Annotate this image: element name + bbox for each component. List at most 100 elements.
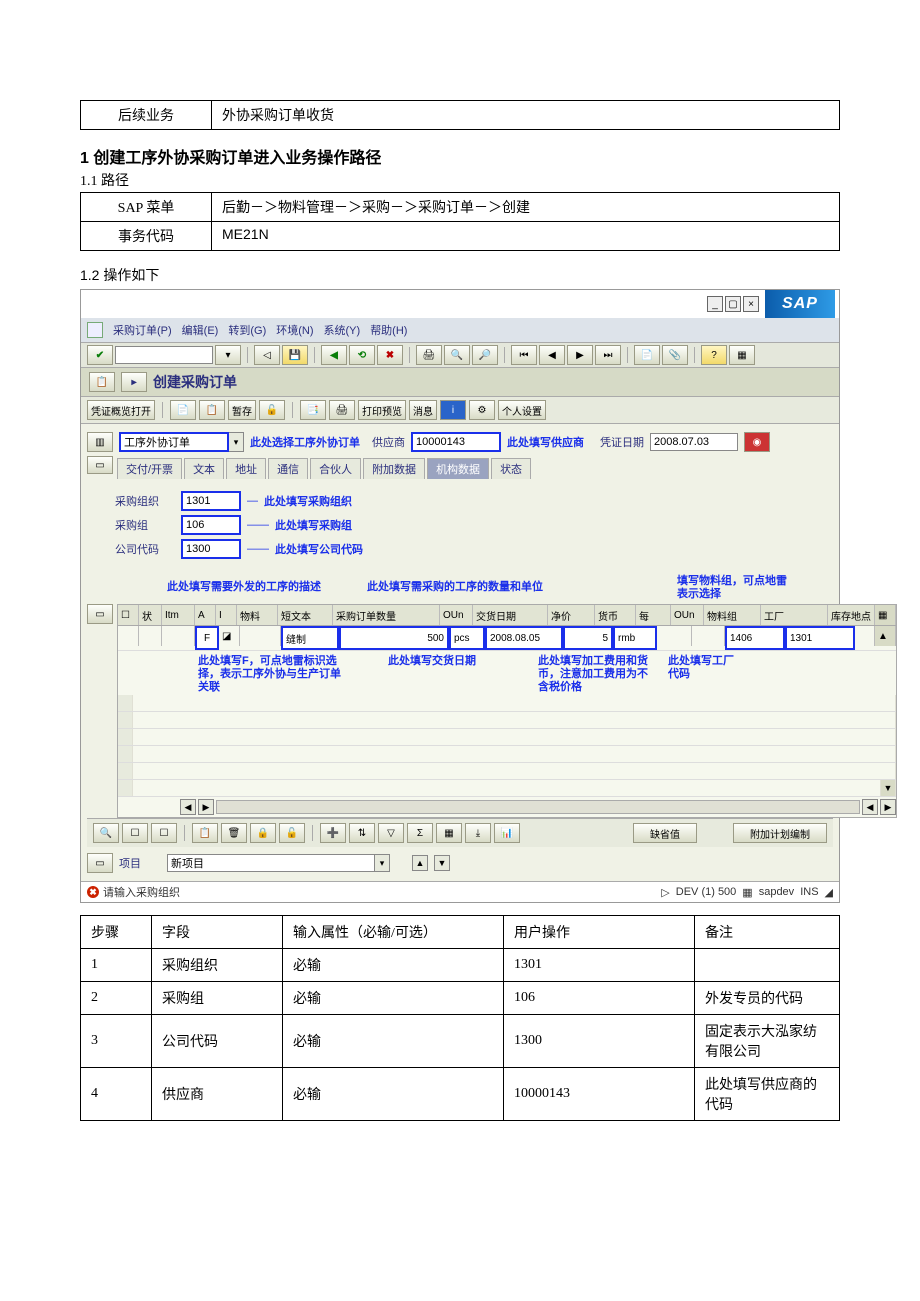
- item-prev-icon[interactable]: ▲: [412, 855, 428, 871]
- first-page-icon[interactable]: ⏮: [511, 345, 537, 365]
- tab-address[interactable]: 地址: [226, 458, 266, 479]
- tab-comm[interactable]: 通信: [268, 458, 308, 479]
- nav-back-icon[interactable]: ◀: [321, 345, 347, 365]
- cell-qty[interactable]: 500: [339, 626, 449, 650]
- header-toggle-icon[interactable]: ▥: [87, 432, 113, 452]
- menu-goto[interactable]: 转到(G): [228, 322, 266, 338]
- item-combo[interactable]: 新项目: [167, 854, 375, 872]
- create-icon[interactable]: 📄: [170, 400, 196, 420]
- hold-button[interactable]: 暂存: [228, 400, 256, 420]
- sum-icon[interactable]: Σ: [407, 823, 433, 843]
- scroll-up-icon[interactable]: ▲: [875, 626, 896, 646]
- lock-icon[interactable]: 🔒: [250, 823, 276, 843]
- help-icon[interactable]: ?: [701, 345, 727, 365]
- menu-icon[interactable]: [87, 322, 103, 338]
- nav-exit-icon[interactable]: ⟲: [349, 345, 375, 365]
- print-icon[interactable]: 🖨: [416, 345, 442, 365]
- tab-text[interactable]: 文本: [184, 458, 224, 479]
- resize-grip-icon[interactable]: ◢: [825, 886, 833, 899]
- tab-partner[interactable]: 合伙人: [310, 458, 361, 479]
- itemdetail-toggle-icon[interactable]: ▭: [87, 853, 113, 873]
- docdate-input[interactable]: 2008.07.03: [650, 433, 738, 451]
- doctype-combo[interactable]: 工序外协订单: [119, 432, 229, 452]
- findnext-icon[interactable]: 🔎: [472, 345, 498, 365]
- cell-a[interactable]: F: [195, 626, 219, 650]
- window-close-icon[interactable]: ×: [743, 296, 759, 312]
- tab-orgdata[interactable]: 机构数据: [427, 458, 489, 479]
- tab-adddata[interactable]: 附加数据: [363, 458, 425, 479]
- item-combo-dropdown-icon[interactable]: ▾: [375, 854, 390, 872]
- item-toggle-icon[interactable]: ▭: [87, 604, 113, 624]
- personal-settings-button[interactable]: 个人设置: [498, 400, 546, 420]
- doctype-dropdown-icon[interactable]: ▾: [229, 432, 244, 452]
- tab-status[interactable]: 状态: [491, 458, 531, 479]
- dropdown-icon[interactable]: ▾: [215, 345, 241, 365]
- copyrow-icon[interactable]: 📋: [192, 823, 218, 843]
- cell-curr[interactable]: rmb: [613, 626, 657, 650]
- graph-icon[interactable]: 📊: [494, 823, 520, 843]
- copy-icon[interactable]: 📑: [300, 400, 326, 420]
- cell-deldate[interactable]: 2008.08.05: [485, 626, 563, 650]
- save-icon[interactable]: 💾: [282, 345, 308, 365]
- menu-po[interactable]: 采购订单(P): [113, 322, 172, 338]
- header-collapse-icon[interactable]: ▭: [87, 456, 113, 474]
- info-icon[interactable]: i: [440, 400, 466, 420]
- display-icon[interactable]: 📋: [199, 400, 225, 420]
- gh-config-icon[interactable]: ▦: [875, 605, 896, 625]
- hscroll-track[interactable]: [216, 800, 860, 814]
- cell-price[interactable]: 5: [563, 626, 613, 650]
- menu-edit[interactable]: 编辑(E): [182, 322, 219, 338]
- filter-icon[interactable]: ▽: [378, 823, 404, 843]
- cancel-icon[interactable]: ✖: [377, 345, 403, 365]
- next-page-icon[interactable]: ▶: [567, 345, 593, 365]
- printprev-icon[interactable]: 🖨: [329, 400, 355, 420]
- settings-icon[interactable]: ⚙: [469, 400, 495, 420]
- prev-page-icon[interactable]: ◀: [539, 345, 565, 365]
- find-icon[interactable]: 🔍: [444, 345, 470, 365]
- gh-sel[interactable]: ☐: [118, 605, 139, 625]
- unlock-icon[interactable]: 🔓: [279, 823, 305, 843]
- window-maximize-icon[interactable]: ▢: [725, 296, 741, 312]
- hscroll-right2-icon[interactable]: ▶: [880, 799, 896, 815]
- purchgrp-input[interactable]: 106: [181, 515, 241, 535]
- printprev-button[interactable]: 打印预览: [358, 400, 406, 420]
- cell-plant[interactable]: 1301: [785, 626, 855, 650]
- messages-button[interactable]: 消息: [409, 400, 437, 420]
- grid-row-1[interactable]: F ◪ 缝制 500 pcs 2008.08.05 5 rmb 1406 130…: [118, 626, 896, 651]
- newmode-icon[interactable]: 📄: [634, 345, 660, 365]
- layout-icon[interactable]: ▦: [729, 345, 755, 365]
- defaults-button[interactable]: 缺省值: [633, 823, 697, 843]
- deleterow-icon[interactable]: 🗑: [221, 823, 247, 843]
- menu-env[interactable]: 环境(N): [276, 322, 313, 338]
- selectall-icon[interactable]: ☐: [122, 823, 148, 843]
- purchorg-input[interactable]: 1301: [181, 491, 241, 511]
- hscroll-left-icon[interactable]: ◀: [180, 799, 196, 815]
- company-input[interactable]: 1300: [181, 539, 241, 559]
- vendor-input[interactable]: 10000143: [411, 432, 501, 452]
- detail-icon[interactable]: 🔍: [93, 823, 119, 843]
- item-next-icon[interactable]: ▼: [434, 855, 450, 871]
- scroll-down-icon[interactable]: ▼: [881, 780, 896, 796]
- check-icon[interactable]: 🔓: [259, 400, 285, 420]
- cell-shorttext[interactable]: 缝制: [281, 626, 339, 650]
- hscroll-left2-icon[interactable]: ◀: [862, 799, 878, 815]
- window-minimize-icon[interactable]: _: [707, 296, 723, 312]
- back-icon[interactable]: ◁: [254, 345, 280, 365]
- date-picker-icon[interactable]: ◉: [744, 432, 770, 452]
- expand-icon[interactable]: ▸: [121, 372, 147, 392]
- doc-overview-button[interactable]: 凭证概览打开: [87, 400, 155, 420]
- otherpo-icon[interactable]: 📋: [89, 372, 115, 392]
- menu-sys[interactable]: 系统(Y): [324, 322, 361, 338]
- ok-icon[interactable]: ✔: [87, 345, 113, 365]
- hscroll-right-icon[interactable]: ▶: [198, 799, 214, 815]
- tab-delivery[interactable]: 交付/开票: [117, 458, 182, 479]
- shortcut-icon[interactable]: 📎: [662, 345, 688, 365]
- newrow-icon[interactable]: ➕: [320, 823, 346, 843]
- cell-i-f4-icon[interactable]: ◪: [219, 626, 240, 646]
- layout2-icon[interactable]: ▦: [436, 823, 462, 843]
- command-field[interactable]: [115, 346, 213, 364]
- cell-matgroup[interactable]: 1406: [725, 626, 785, 650]
- export-icon[interactable]: ⤓: [465, 823, 491, 843]
- last-page-icon[interactable]: ⏭: [595, 345, 621, 365]
- cell-oun[interactable]: pcs: [449, 626, 485, 650]
